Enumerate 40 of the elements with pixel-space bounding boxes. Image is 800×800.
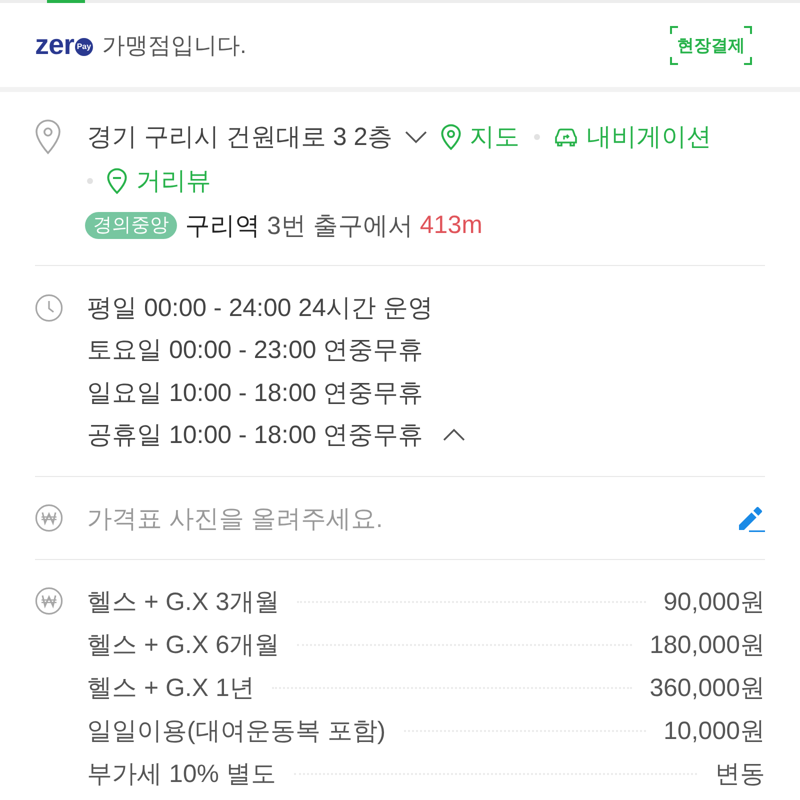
distance-text: 413m (420, 210, 482, 240)
price-value: 180,000원 (650, 630, 765, 661)
logo-badge: Pay (74, 38, 93, 56)
clock-icon (35, 294, 63, 322)
pencil-icon[interactable] (737, 504, 765, 532)
price-value: 변동 (715, 759, 765, 790)
car-icon (554, 127, 578, 147)
pin-minus-icon (107, 168, 127, 194)
price-item-name: 부가세 10% 별도 (87, 759, 276, 790)
location-pin-icon (35, 119, 61, 155)
navigation-link[interactable]: 내비게이션 (554, 115, 712, 159)
merchant-notice: 가맹점입니다. (102, 30, 246, 60)
won-icon (35, 504, 63, 532)
logo-wordmark: zer (35, 31, 74, 59)
opening-hours-text: 공휴일 10:00 - 18:00 연중무휴 (87, 420, 424, 452)
chevron-up-icon[interactable] (443, 428, 466, 442)
price-item-name: 헬스 + G.X 6개월 (87, 630, 280, 661)
price-value: 90,000원 (664, 587, 765, 618)
street-view-link[interactable]: 거리뷰 (107, 159, 211, 203)
location-pin-icon (440, 124, 461, 150)
separator-dot-icon (534, 134, 540, 140)
map-link[interactable]: 지도 (440, 115, 520, 159)
subway-line-badge: 경의중앙 (85, 212, 177, 238)
station-exit: 3번 출구에서 (267, 210, 413, 242)
won-icon (35, 587, 63, 615)
tab-indicator (47, 0, 85, 3)
address-text: 경기 구리시 건원대로 3 2층 (87, 122, 393, 153)
price-item-name: 헬스 + G.X 3개월 (87, 587, 280, 618)
price-photo-prompt: 가격표 사진을 올려주세요. (87, 504, 383, 534)
opening-hours-text: 일요일 10:00 - 18:00 연중무휴 (87, 378, 424, 409)
opening-hours-text: 토요일 00:00 - 23:00 연중무휴 (87, 335, 424, 366)
price-value: 10,000원 (664, 716, 765, 747)
price-item-name: 일일이용(대여운동복 포함) (87, 716, 386, 747)
chevron-down-icon[interactable] (404, 130, 427, 144)
price-value: 360,000원 (650, 673, 765, 704)
price-item-name: 헬스 + G.X 1년 (87, 673, 254, 704)
station-name: 구리역 (185, 210, 260, 242)
separator-dot-icon (87, 178, 93, 184)
opening-hours-text: 평일 00:00 - 24:00 24시간 운영 (87, 292, 433, 324)
payment-badge: 현장결제 (670, 26, 752, 64)
